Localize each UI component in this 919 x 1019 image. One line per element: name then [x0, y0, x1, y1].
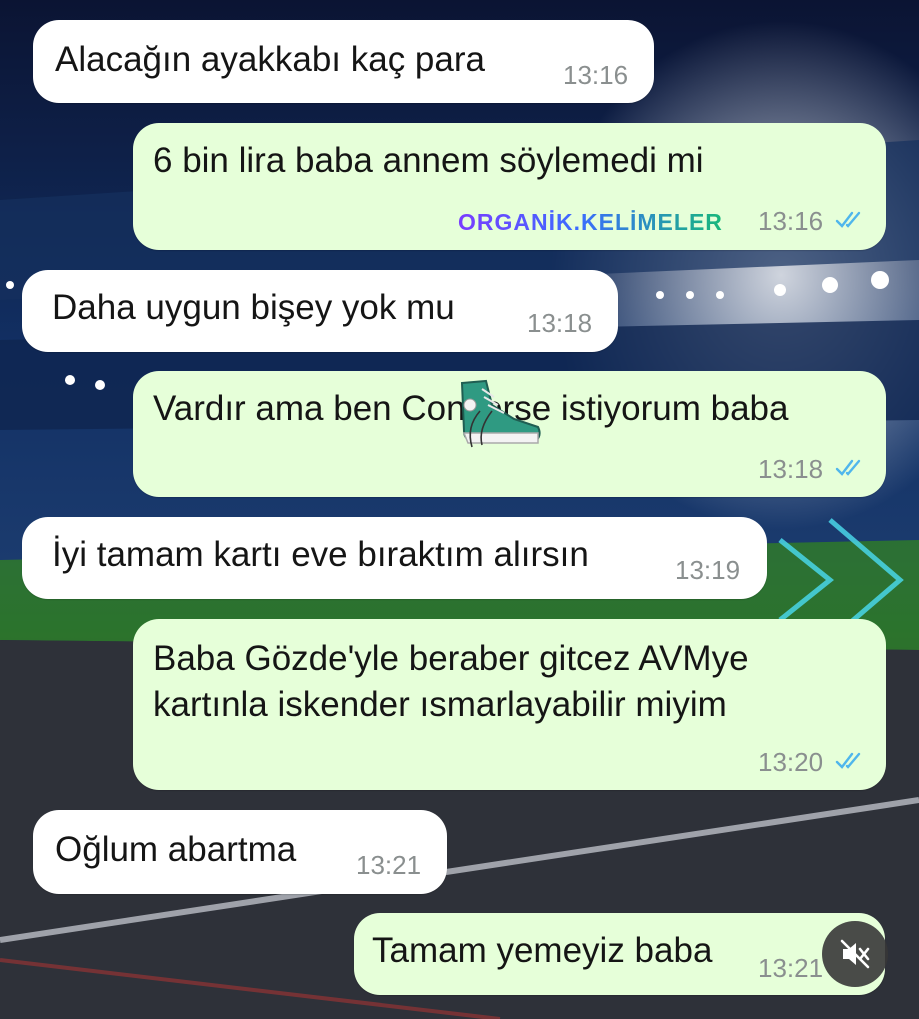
message-time: 13:21: [356, 850, 422, 880]
message-bubble-incoming[interactable]: Oğlum abartma 13:21: [33, 810, 447, 894]
message-text: kartınla iskender ısmarlayabilir miyim: [153, 685, 727, 724]
message-time: 13:16: [563, 60, 629, 90]
message-text: 6 bin lira baba annem söylemedi mi: [153, 141, 704, 180]
message-text: Oğlum abartma: [55, 830, 297, 869]
speaker-muted-icon: [840, 939, 870, 969]
message-bubble-outgoing[interactable]: Tamam yemeyiz baba 13:21: [354, 913, 885, 995]
double-check-icon: [835, 752, 861, 769]
sneaker-icon: [460, 379, 541, 448]
message-time: 13:16: [758, 206, 824, 236]
watermark-text: ORGANİK.KELİMELER: [458, 209, 723, 235]
message-bubble-incoming[interactable]: Daha uygun bişey yok mu 13:18: [22, 270, 618, 352]
message-time: 13:19: [675, 555, 741, 585]
message-bubble-outgoing[interactable]: Baba Gözde'yle beraber gitcez AVMye kart…: [133, 619, 886, 790]
message-bubble-incoming[interactable]: Alacağın ayakkabı kaç para 13:16: [33, 20, 654, 103]
message-time: 13:18: [527, 308, 593, 338]
double-check-icon: [835, 211, 861, 228]
message-bubble-outgoing[interactable]: 6 bin lira baba annem söylemedi mi ORGAN…: [133, 123, 886, 250]
message-time: 13:20: [758, 747, 824, 777]
message-text: Baba Gözde'yle beraber gitcez AVMye: [153, 639, 749, 678]
message-time: 13:18: [758, 454, 824, 484]
message-bubble-incoming[interactable]: İyi tamam kartı eve bıraktım alırsın 13:…: [22, 517, 767, 599]
message-time: 13:21: [758, 953, 824, 983]
message-text: Daha uygun bişey yok mu: [52, 288, 455, 327]
message-text: Tamam yemeyiz baba: [372, 931, 713, 970]
mute-toggle-button[interactable]: [822, 921, 888, 987]
double-check-icon: [835, 459, 861, 476]
message-text: İyi tamam kartı eve bıraktım alırsın: [52, 535, 589, 574]
message-text: Alacağın ayakkabı kaç para: [55, 40, 485, 79]
